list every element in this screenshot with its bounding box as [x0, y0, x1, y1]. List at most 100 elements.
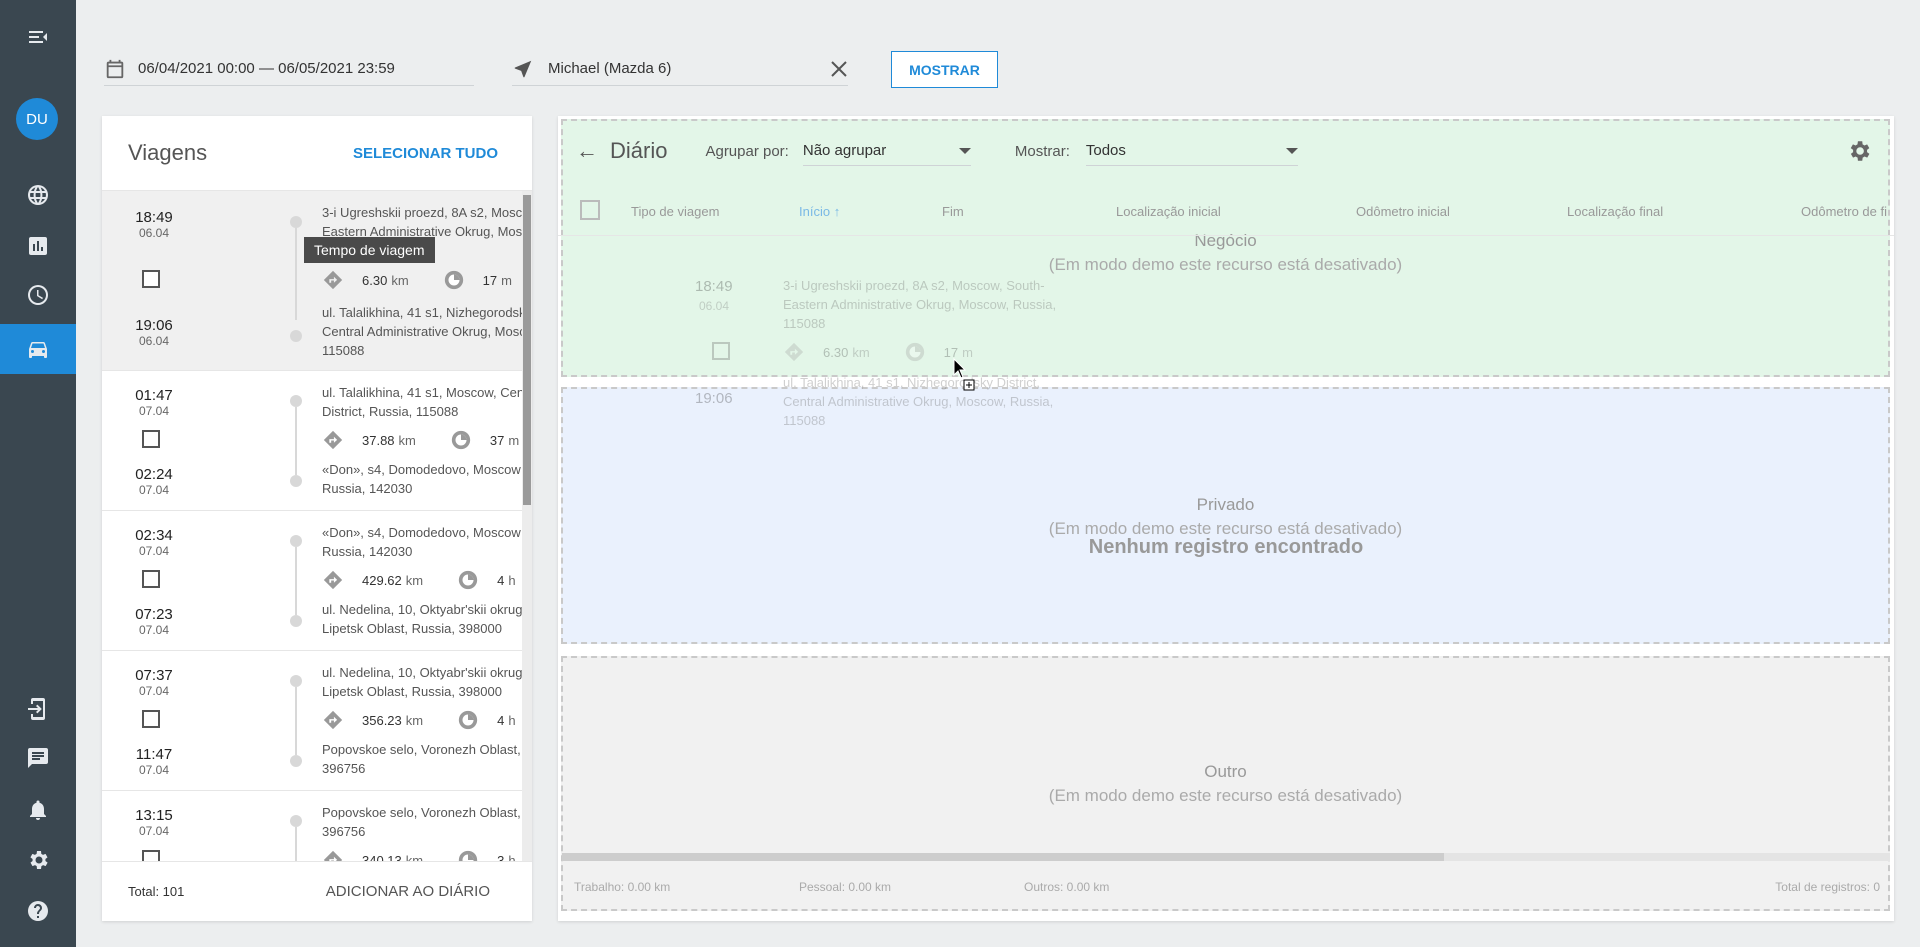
trips-total: Total: 101 — [128, 884, 185, 899]
trip-checkbox[interactable] — [142, 570, 160, 588]
col-end[interactable]: Fim — [942, 204, 964, 219]
help-icon[interactable] — [0, 886, 76, 936]
route-icon — [323, 270, 343, 290]
start-address: Popovskoe selo, Voronezh Oblast, Russia,… — [322, 805, 532, 839]
trip-item[interactable]: 13:15 07.04 Popovskoe selo, Voronezh Obl… — [102, 791, 532, 861]
trip-time-icon[interactable] — [450, 429, 472, 451]
others-total: Outros: 0.00 km — [1024, 880, 1110, 894]
trip-item[interactable]: 07:37 07.04 11:47 07.04 ul. Nedelina, 10… — [102, 651, 532, 791]
trip-rail — [295, 407, 297, 475]
route-icon — [784, 342, 804, 362]
trip-checkbox[interactable] — [142, 430, 160, 448]
show-label: Mostrar: — [1014, 142, 1070, 160]
calendar-icon — [106, 59, 124, 78]
start-date: 07.04 — [138, 544, 170, 558]
trips-header: Viagens SELECIONAR TUDO — [102, 116, 532, 191]
trip-stats: 356.23km 4h 10m — [322, 709, 532, 731]
records-total: Total de registros: 0 — [1775, 880, 1880, 894]
start-date: 06.04 — [138, 226, 170, 240]
trip-item[interactable]: 01:47 07.04 02:24 07.04 ul. Talalikhina,… — [102, 371, 532, 511]
trip-rail — [295, 547, 297, 615]
bell-icon[interactable] — [0, 785, 76, 835]
end-time: 11:47 — [135, 746, 173, 763]
trip-time-icon[interactable] — [443, 269, 465, 291]
start-time: 07:37 — [135, 667, 173, 684]
trip-time-icon[interactable] — [457, 709, 479, 731]
end-address: ul. Nedelina, 10, Oktyabr'skii okrug, Li… — [322, 602, 532, 636]
back-arrow-icon[interactable]: ← — [576, 138, 598, 164]
avatar[interactable]: DU — [16, 98, 58, 140]
trip-stats: 429.62km 4h 48m — [322, 569, 532, 591]
unit-field[interactable]: Michael (Mazda 6) — [512, 52, 848, 86]
end-dot — [290, 475, 302, 487]
start-address: «Don», s4, Domodedovo, Moscow Oblast, Ru… — [322, 525, 532, 559]
journal-hscrollbar[interactable] — [562, 853, 1890, 861]
settings-gear-icon[interactable] — [1846, 138, 1872, 164]
show-select[interactable]: Todos — [1085, 136, 1298, 166]
trip-checkbox[interactable] — [142, 270, 160, 288]
chart-icon[interactable] — [0, 221, 76, 271]
end-time: 19:06 — [135, 317, 173, 334]
col-end-location[interactable]: Localização final — [1567, 204, 1663, 219]
end-dot — [290, 615, 302, 627]
col-end-odometer[interactable]: Odômetro de fi — [1801, 204, 1887, 219]
route-icon — [323, 850, 343, 861]
ghost-checkbox — [712, 342, 730, 360]
journal-footer: Trabalho: 0.00 km Pessoal: 0.00 km Outro… — [558, 866, 1894, 906]
trips-scrollbar[interactable] — [522, 191, 532, 861]
trip-start: 02:34 07.04 — [130, 527, 178, 558]
trips-footer: Total: 101 ADICIONAR AO DIÁRIO — [102, 861, 532, 921]
sidebar: DU — [0, 0, 76, 947]
select-all-link[interactable]: SELECIONAR TUDO — [353, 145, 498, 162]
clock-icon[interactable] — [0, 270, 76, 320]
trip-start: 01:47 07.04 — [130, 387, 178, 418]
group-by-select[interactable]: Não agrupar — [802, 136, 971, 166]
chevron-down-icon — [1285, 147, 1298, 154]
logout-icon[interactable] — [0, 684, 76, 734]
trip-end: 19:06 06.04 — [130, 317, 178, 348]
ghost-stats: 6.30 km 17 m — [783, 341, 973, 363]
select-all-checkbox[interactable] — [580, 200, 600, 220]
trip-rail — [295, 827, 297, 861]
col-start[interactable]: Início ↑ — [799, 204, 840, 219]
start-date: 07.04 — [138, 824, 170, 838]
show-button[interactable]: MOSTRAR — [891, 51, 998, 88]
drag-ghost: 18:49 06.04 19:06 3-i Ugreshskii proezd,… — [695, 275, 1087, 428]
start-dot — [290, 675, 302, 687]
clear-icon[interactable] — [830, 60, 848, 78]
add-to-journal-button[interactable]: ADICIONAR AO DIÁRIO — [326, 883, 490, 900]
gear-icon[interactable] — [0, 835, 76, 885]
trip-checkbox[interactable] — [142, 850, 160, 861]
col-trip-type[interactable]: Tipo de viagem — [631, 204, 719, 219]
private-drop-zone[interactable]: Privado (Em modo demo este recurso está … — [561, 387, 1890, 644]
show-value: Todos — [1085, 142, 1126, 159]
start-time: 01:47 — [135, 387, 173, 404]
col-start-odometer[interactable]: Odômetro inicial — [1356, 204, 1450, 219]
trip-end: 07:23 07.04 — [130, 606, 178, 637]
trip-start: 13:15 07.04 — [130, 807, 178, 838]
trip-end: 02:24 07.04 — [130, 466, 178, 497]
scrollbar-thumb[interactable] — [562, 853, 1444, 861]
trip-time-icon[interactable] — [457, 849, 479, 861]
route-icon — [323, 430, 343, 450]
end-time: 07:23 — [135, 606, 173, 623]
zone-name: Outro — [1204, 762, 1247, 781]
trip-checkbox[interactable] — [142, 710, 160, 728]
trip-item[interactable]: 02:34 07.04 07:23 07.04 «Don», s4, Domod… — [102, 511, 532, 651]
col-start-location[interactable]: Localização inicial — [1116, 204, 1221, 219]
globe-icon[interactable] — [0, 170, 76, 220]
end-address: ul. Talalikhina, 41 s1, Nizhegorodsky Di… — [322, 305, 532, 358]
car-icon[interactable] — [0, 324, 76, 374]
menu-icon[interactable] — [0, 12, 76, 62]
ghost-start-address: 3-i Ugreshskii proezd, 8A s2, Moscow, So… — [783, 278, 1057, 331]
chat-icon[interactable] — [0, 733, 76, 783]
scrollbar-thumb[interactable] — [523, 195, 531, 505]
trip-stats: 340.13km 3h 58m — [322, 849, 532, 861]
date-range-field[interactable]: 06/04/2021 00:00 — 06/05/2021 23:59 — [104, 52, 474, 86]
trips-title: Viagens — [128, 140, 208, 165]
trip-time-icon[interactable] — [457, 569, 479, 591]
start-time: 18:49 — [135, 209, 173, 226]
trip-start: 07:37 07.04 — [130, 667, 178, 698]
trip-item[interactable]: 18:49 06.04 19:06 06.04 3-i Ugreshskii p… — [102, 191, 532, 371]
start-address: ul. Talalikhina, 41 s1, Moscow, Central … — [322, 385, 532, 419]
